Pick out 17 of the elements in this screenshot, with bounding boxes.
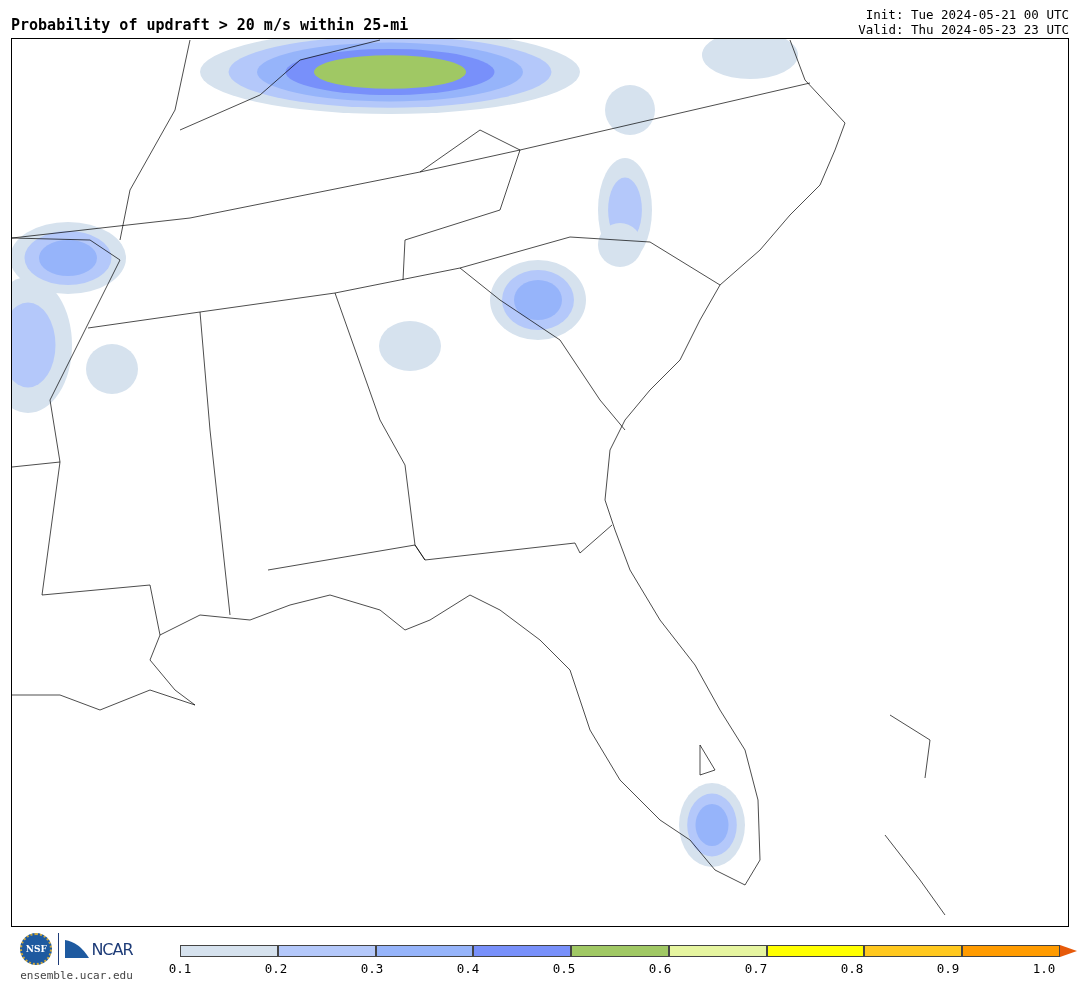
tick-label: 0.8 (839, 961, 865, 976)
chart-title: Probability of updraft > 20 m/s within 25-mi (11, 16, 409, 34)
tick-label: 0.1 (167, 961, 193, 976)
tick-label: 0.6 (647, 961, 673, 976)
valid-time: Valid: Thu 2024-05-23 23 UTC (858, 22, 1069, 37)
tick-label: 0.9 (935, 961, 961, 976)
nsf-logo: NSF (20, 933, 53, 965)
ncar-logo-text: NCAR (91, 939, 133, 959)
tick-label: 0.4 (455, 961, 481, 976)
init-time: Init: Tue 2024-05-21 00 UTC (865, 7, 1069, 22)
ncar-logo-icon (65, 940, 90, 958)
tick-label: 0.5 (551, 961, 577, 976)
website-url: ensemble.ucar.edu (20, 969, 133, 982)
tick-label: 1.0 (1031, 961, 1057, 976)
tick-label: 0.3 (359, 961, 385, 976)
tick-label: 0.2 (263, 961, 289, 976)
tick-label: 0.7 (743, 961, 769, 976)
